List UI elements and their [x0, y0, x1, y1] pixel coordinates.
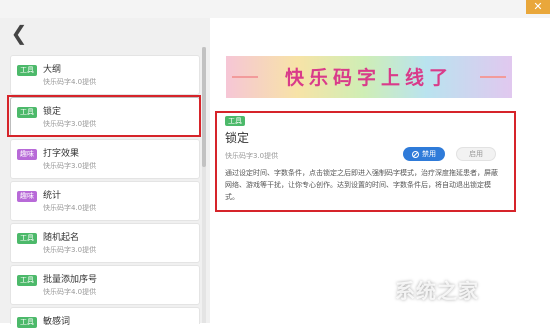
tool-title: 批量添加序号	[43, 275, 98, 285]
tool-subtitle: 快乐码字4.0提供	[43, 204, 97, 212]
fun-tag: 趣味	[17, 149, 37, 160]
tool-title: 打字效果	[43, 149, 80, 159]
back-arrow-icon: ❮	[10, 21, 28, 45]
detail-subtitle: 快乐码字3.0提供	[225, 152, 279, 160]
disable-label: 禁用	[422, 150, 436, 158]
tool-tag: 工具	[17, 275, 37, 286]
tool-card-outline[interactable]: 工具 大纲 快乐码字4.0提供	[10, 55, 200, 95]
tool-subtitle: 快乐码字3.0提供	[43, 162, 97, 170]
title-bar: ✕	[0, 0, 550, 18]
tool-card-sensitive-words[interactable]: 工具 敏感词	[10, 307, 200, 328]
tool-tag: 工具	[17, 233, 37, 244]
fun-tag: 趣味	[17, 191, 37, 202]
tool-card-typing-effect[interactable]: 趣味 打字效果 快乐码字3.0提供	[10, 139, 200, 179]
tool-tag: 工具	[17, 65, 37, 76]
tool-card-random-name[interactable]: 工具 随机起名 快乐码字3.0提供	[10, 223, 200, 263]
tool-card-statistics[interactable]: 趣味 统计 快乐码字4.0提供	[10, 181, 200, 221]
disable-icon	[412, 150, 419, 158]
tool-subtitle: 快乐码字4.0提供	[43, 78, 97, 86]
tool-title: 统计	[43, 191, 62, 201]
close-icon: ✕	[533, 0, 543, 13]
tool-subtitle: 快乐码字4.0提供	[43, 288, 97, 296]
sidebar-scrollbar-thumb[interactable]	[202, 47, 206, 167]
tool-card-batch-numbering[interactable]: 工具 批量添加序号 快乐码字4.0提供	[10, 265, 200, 305]
banner-decor-line-left	[232, 76, 258, 78]
tool-title: 敏感词	[43, 317, 71, 327]
tool-subtitle: 快乐码字3.0提供	[43, 246, 97, 254]
disable-button[interactable]: 禁用	[403, 147, 445, 161]
detail-description: 通过设定时间、字数条件，点击锁定之后即进入强制码字模式，治疗深度拖延患者，屏蔽网…	[225, 169, 498, 201]
tool-title: 大纲	[43, 65, 62, 75]
close-button[interactable]: ✕	[526, 0, 550, 14]
selection-highlight	[7, 95, 201, 137]
tool-title: 随机起名	[43, 233, 80, 243]
enable-button[interactable]: 启用	[456, 147, 496, 161]
enable-label: 启用	[469, 150, 483, 158]
watermark: 系统之家	[395, 279, 479, 303]
banner-decor-line-right	[480, 76, 506, 78]
banner-text: 快乐码字上线了	[284, 67, 453, 89]
detail-tag: 工具	[225, 116, 245, 126]
back-button[interactable]: ❮	[6, 20, 32, 46]
detail-title: 锁定	[225, 131, 250, 145]
